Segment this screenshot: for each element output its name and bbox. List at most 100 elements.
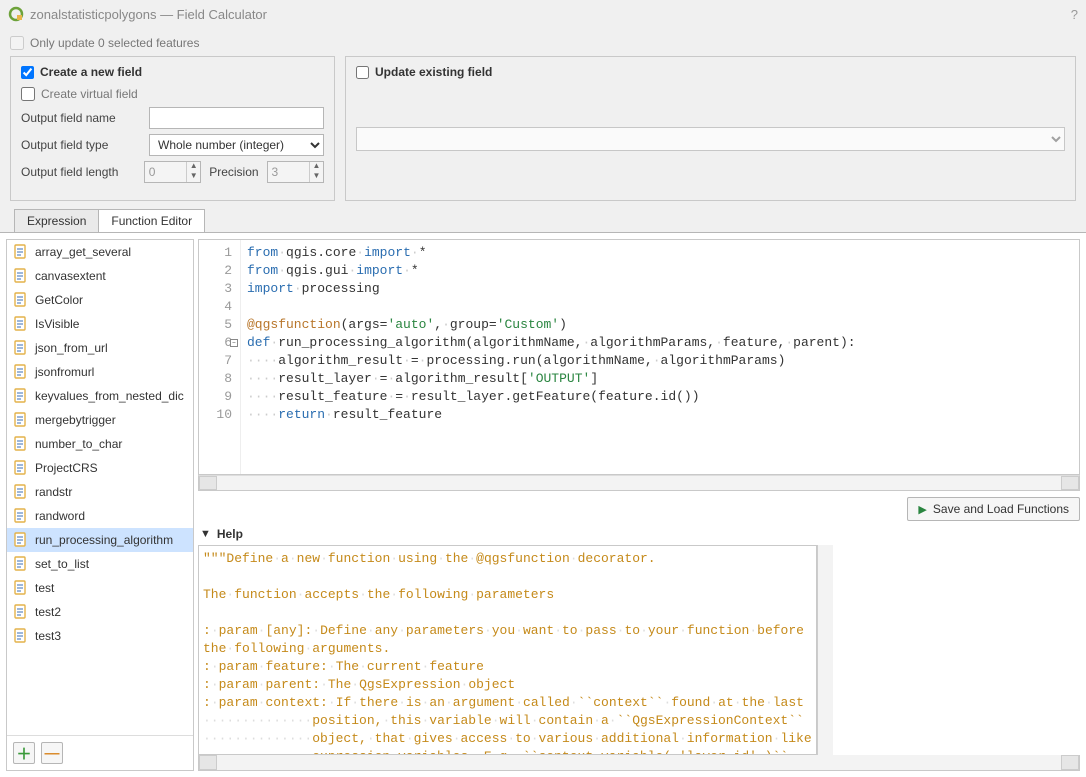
script-icon: [13, 628, 29, 644]
function-item[interactable]: randword: [7, 504, 193, 528]
precision-label: Precision: [209, 165, 258, 179]
spin-down-icon[interactable]: ▼: [186, 172, 200, 182]
help-horizontal-scrollbar[interactable]: [198, 755, 1080, 771]
output-field-length-value[interactable]: [145, 165, 186, 179]
top-controls: Only update 0 selected features Create a…: [0, 28, 1086, 232]
only-update-checkbox: [10, 36, 24, 50]
function-list[interactable]: array_get_several canvasextent GetColor IsV…: [7, 240, 193, 735]
function-item[interactable]: test: [7, 576, 193, 600]
editor-area: array_get_several canvasextent GetColor IsV…: [0, 232, 1086, 777]
function-item-label: json_from_url: [35, 341, 108, 355]
code-gutter: 123456–78910: [199, 240, 241, 474]
function-item-label: canvasextent: [35, 269, 106, 283]
code-editor[interactable]: 123456–78910 from·qgis.core·import·*from…: [198, 239, 1080, 475]
function-item[interactable]: canvasextent: [7, 264, 193, 288]
help-header[interactable]: ▼ Help: [198, 525, 1080, 545]
function-item-label: GetColor: [35, 293, 83, 307]
function-item[interactable]: number_to_char: [7, 432, 193, 456]
function-item[interactable]: IsVisible: [7, 312, 193, 336]
update-existing-field-header: Update existing field: [375, 65, 492, 79]
function-item-label: number_to_char: [35, 437, 122, 451]
save-and-load-functions-button[interactable]: ▶ Save and Load Functions: [907, 497, 1080, 521]
script-icon: [13, 436, 29, 452]
script-icon: [13, 484, 29, 500]
output-field-name-label: Output field name: [21, 111, 141, 125]
update-existing-field-checkbox[interactable]: [356, 66, 369, 79]
function-item[interactable]: GetColor: [7, 288, 193, 312]
script-icon: [13, 460, 29, 476]
script-icon: [13, 556, 29, 572]
add-function-button[interactable]: ＋: [13, 742, 35, 764]
function-item[interactable]: array_get_several: [7, 240, 193, 264]
script-icon: [13, 532, 29, 548]
function-item-label: set_to_list: [35, 557, 89, 571]
create-virtual-field-label: Create virtual field: [41, 87, 138, 101]
function-item[interactable]: keyvalues_from_nested_dic: [7, 384, 193, 408]
code-horizontal-scrollbar[interactable]: [198, 475, 1080, 491]
help-reveal-icon[interactable]: ?: [1071, 7, 1078, 22]
only-update-label: Only update 0 selected features: [30, 36, 199, 50]
function-item[interactable]: set_to_list: [7, 552, 193, 576]
tab-function-editor[interactable]: Function Editor: [98, 209, 205, 232]
script-icon: [13, 508, 29, 524]
collapse-icon[interactable]: ▼: [200, 528, 211, 540]
help-vertical-scrollbar[interactable]: [817, 545, 833, 755]
function-item[interactable]: ProjectCRS: [7, 456, 193, 480]
play-icon: ▶: [918, 503, 926, 516]
tab-expression[interactable]: Expression: [14, 209, 99, 232]
function-item-label: mergebytrigger: [35, 413, 116, 427]
help-content[interactable]: """Define·a·new·function·using·the·@qgsf…: [198, 545, 817, 755]
qgis-logo-icon: [8, 6, 24, 22]
output-field-type-label: Output field type: [21, 138, 141, 152]
function-item[interactable]: jsonfromurl: [7, 360, 193, 384]
script-icon: [13, 364, 29, 380]
script-icon: [13, 268, 29, 284]
function-item-label: IsVisible: [35, 317, 79, 331]
function-item[interactable]: test3: [7, 624, 193, 648]
create-new-field-header: Create a new field: [40, 65, 142, 79]
function-item[interactable]: randstr: [7, 480, 193, 504]
function-item-label: randword: [35, 509, 85, 523]
function-item[interactable]: run_processing_algorithm: [7, 528, 193, 552]
function-item-label: test3: [35, 629, 61, 643]
function-item[interactable]: test2: [7, 600, 193, 624]
only-update-row: Only update 0 selected features: [10, 36, 1076, 50]
save-button-label: Save and Load Functions: [933, 502, 1069, 516]
function-item-label: ProjectCRS: [35, 461, 98, 475]
update-existing-field-select: [356, 127, 1065, 151]
function-item-label: keyvalues_from_nested_dic: [35, 389, 184, 403]
function-item[interactable]: json_from_url: [7, 336, 193, 360]
code-body[interactable]: from·qgis.core·import·*from·qgis.gui·imp…: [241, 240, 1079, 474]
create-new-field-checkbox[interactable]: [21, 66, 34, 79]
function-toolbar: ＋ —: [7, 735, 193, 770]
script-icon: [13, 244, 29, 260]
create-virtual-field-checkbox[interactable]: [21, 87, 35, 101]
fold-icon[interactable]: –: [230, 339, 238, 347]
script-icon: [13, 604, 29, 620]
title-bar: zonalstatisticpolygons — Field Calculato…: [0, 0, 1086, 28]
window-title: zonalstatisticpolygons — Field Calculato…: [30, 7, 267, 22]
output-field-length-spin[interactable]: ▲▼: [144, 161, 201, 183]
output-field-length-label: Output field length: [21, 165, 136, 179]
update-existing-field-group: Update existing field: [345, 56, 1076, 201]
function-item-label: array_get_several: [35, 245, 131, 259]
help-header-label: Help: [217, 527, 243, 541]
script-icon: [13, 412, 29, 428]
create-new-field-group: Create a new field Create virtual field …: [10, 56, 335, 201]
spin-down-icon[interactable]: ▼: [309, 172, 323, 182]
function-list-panel: array_get_several canvasextent GetColor IsV…: [6, 239, 194, 771]
tab-strip: Expression Function Editor: [10, 209, 1076, 232]
script-icon: [13, 388, 29, 404]
script-icon: [13, 580, 29, 596]
output-field-name-input[interactable]: [149, 107, 324, 129]
function-item-label: jsonfromurl: [35, 365, 94, 379]
function-item-label: test: [35, 581, 54, 595]
precision-value[interactable]: [268, 165, 309, 179]
script-icon: [13, 292, 29, 308]
remove-function-button[interactable]: —: [41, 742, 63, 764]
function-item-label: test2: [35, 605, 61, 619]
output-field-type-select[interactable]: Whole number (integer): [149, 134, 324, 156]
function-item[interactable]: mergebytrigger: [7, 408, 193, 432]
script-icon: [13, 340, 29, 356]
precision-spin[interactable]: ▲▼: [267, 161, 324, 183]
